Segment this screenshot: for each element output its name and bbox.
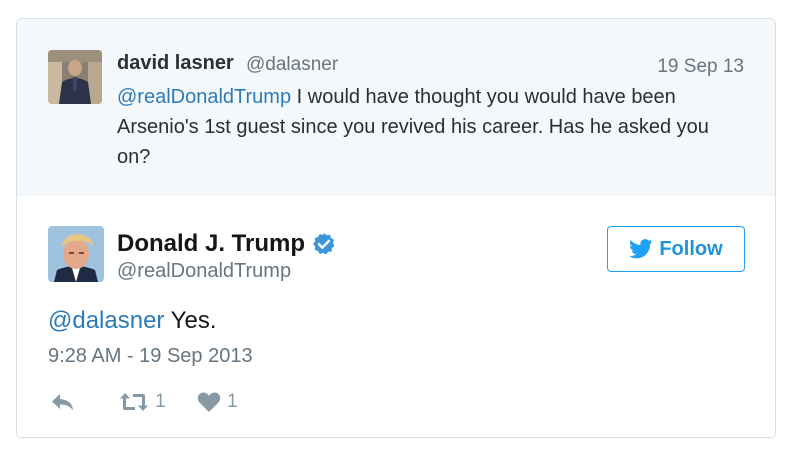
tweet-text: @dalasner Yes. xyxy=(48,307,217,335)
follow-button-label: Follow xyxy=(659,237,723,260)
quoted-tweet-text: @realDonaldTrump I would have thought yo… xyxy=(117,82,737,172)
reply-button[interactable] xyxy=(50,387,76,417)
like-count: 1 xyxy=(227,391,238,412)
quoted-author-handle[interactable]: @dalasner xyxy=(246,54,338,76)
retweet-icon xyxy=(119,391,149,413)
tweet-timestamp[interactable]: 9:28 AM - 19 Sep 2013 xyxy=(48,345,253,368)
like-button[interactable]: 1 xyxy=(197,387,238,417)
twitter-bird-icon xyxy=(629,239,653,259)
verified-badge-icon xyxy=(312,232,336,256)
retweet-count: 1 xyxy=(155,391,166,412)
tweet-mention[interactable]: @dalasner xyxy=(48,307,164,334)
author-handle[interactable]: @realDonaldTrump xyxy=(117,260,291,283)
heart-icon xyxy=(197,391,221,413)
embedded-tweet-card: david lasner @dalasner 19 Sep 13 @realDo… xyxy=(16,18,776,438)
author-name[interactable]: Donald J. Trump xyxy=(117,230,305,258)
tweet-body: Yes. xyxy=(164,307,217,334)
tweet-actions: 1 1 xyxy=(48,387,348,417)
quoted-tweet[interactable]: david lasner @dalasner 19 Sep 13 @realDo… xyxy=(17,19,775,196)
quoted-author-name[interactable]: david lasner xyxy=(117,52,234,75)
author-name-row: Donald J. Trump xyxy=(117,230,336,258)
quoted-tweet-date[interactable]: 19 Sep 13 xyxy=(657,56,744,78)
author-avatar[interactable] xyxy=(48,226,104,282)
quoted-tweet-mention[interactable]: @realDonaldTrump xyxy=(117,86,291,108)
retweet-button[interactable]: 1 xyxy=(119,387,166,417)
quoted-author-avatar[interactable] xyxy=(48,50,102,104)
follow-button[interactable]: Follow xyxy=(607,226,745,272)
reply-icon xyxy=(50,392,76,412)
